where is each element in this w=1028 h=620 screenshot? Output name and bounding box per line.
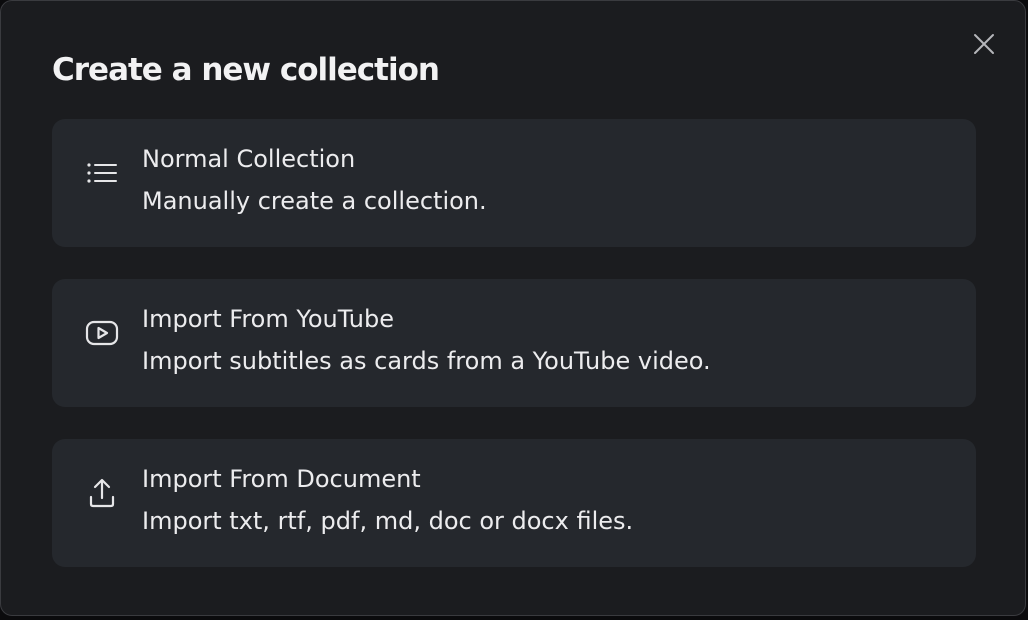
import-youtube-option[interactable]: Import From YouTube Import subtitles as … xyxy=(52,279,976,407)
close-icon xyxy=(974,34,994,54)
close-button[interactable] xyxy=(967,27,1001,61)
option-title: Import From YouTube xyxy=(142,305,394,333)
create-collection-dialog: Create a new collection Normal Collectio… xyxy=(0,0,1026,616)
option-description: Import txt, rtf, pdf, md, doc or docx fi… xyxy=(142,507,634,535)
option-title: Import From Document xyxy=(142,465,421,493)
list-icon xyxy=(84,155,120,191)
youtube-play-icon xyxy=(84,315,120,351)
option-title: Normal Collection xyxy=(142,145,356,173)
option-description: Manually create a collection. xyxy=(142,187,487,215)
import-document-option[interactable]: Import From Document Import txt, rtf, pd… xyxy=(52,439,976,567)
dialog-title: Create a new collection xyxy=(52,52,440,88)
upload-icon xyxy=(84,475,120,511)
normal-collection-option[interactable]: Normal Collection Manually create a coll… xyxy=(52,119,976,247)
option-description: Import subtitles as cards from a YouTube… xyxy=(142,347,711,375)
